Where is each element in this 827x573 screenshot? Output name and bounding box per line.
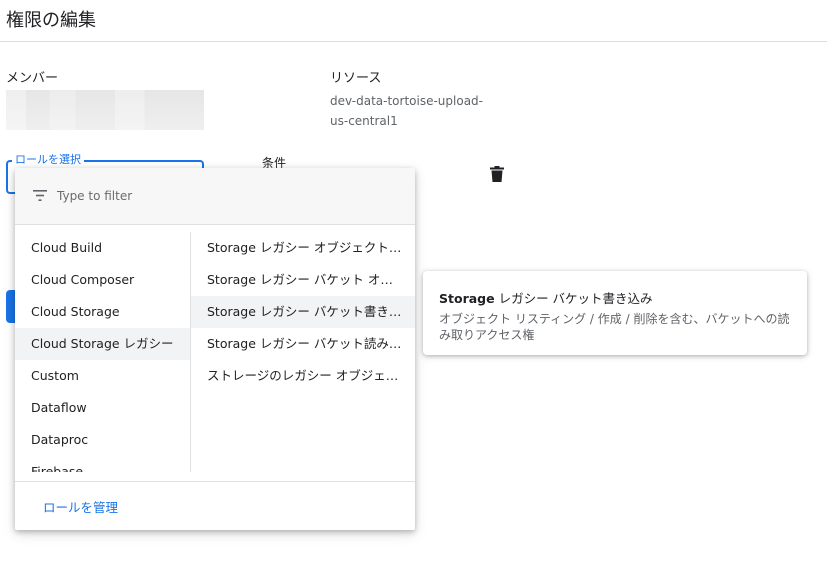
role-tooltip: Storage レガシー バケット書き込み オブジェクト リスティング / 作成… <box>423 271 807 355</box>
filter-input[interactable] <box>57 186 357 206</box>
category-item-cloud-build[interactable]: Cloud Build <box>15 232 190 264</box>
resource-value: dev-data-tortoise-upload-us-central1 <box>330 94 483 128</box>
category-item-cloud-composer[interactable]: Cloud Composer <box>15 264 190 296</box>
page-title: 権限の編集 <box>6 10 96 31</box>
role-item[interactable]: ストレージのレガシー オブジェクト オーナー <box>191 360 415 392</box>
member-value-redacted <box>6 90 204 130</box>
trash-icon[interactable] <box>490 166 504 182</box>
dropdown-footer-divider <box>15 481 415 482</box>
category-item-custom[interactable]: Custom <box>15 360 190 392</box>
category-item-firebase[interactable]: Firebase <box>15 456 190 472</box>
category-item-dataproc[interactable]: Dataproc <box>15 424 190 456</box>
category-item-cloud-storage-legacy[interactable]: Cloud Storage レガシー <box>15 328 190 360</box>
role-item-hovered[interactable]: Storage レガシー バケット書き込み <box>191 296 415 328</box>
role-list: Storage レガシー オブジェクト読み取り Storage レガシー バケッ… <box>191 232 415 472</box>
role-item[interactable]: Storage レガシー バケット オーナー <box>191 264 415 296</box>
manage-roles-link[interactable]: ロールを管理 <box>43 497 118 516</box>
role-item[interactable]: Storage レガシー バケット読み取り <box>191 328 415 360</box>
filter-icon <box>33 190 47 201</box>
role-select-label: ロールを選択 <box>12 151 84 167</box>
header-divider <box>0 41 827 42</box>
category-item-dataflow[interactable]: Dataflow <box>15 392 190 424</box>
tooltip-title-rest: レガシー バケット書き込み <box>494 291 653 306</box>
member-label: メンバー <box>6 71 59 86</box>
resource-label: リソース <box>330 71 382 86</box>
role-item[interactable]: Storage レガシー オブジェクト読み取り <box>191 232 415 264</box>
tooltip-description: オブジェクト リスティング / 作成 / 削除を含む、バケットへの読み取りアクセ… <box>439 312 790 342</box>
category-item-cloud-storage[interactable]: Cloud Storage <box>15 296 190 328</box>
filter-row <box>15 168 415 225</box>
tooltip-title: Storage レガシー バケット書き込み <box>439 288 791 307</box>
role-dropdown: Cloud Build Cloud Composer Cloud Storage… <box>15 168 415 530</box>
category-list: Cloud Build Cloud Composer Cloud Storage… <box>15 232 191 472</box>
tooltip-title-prefix: Storage <box>439 291 495 306</box>
